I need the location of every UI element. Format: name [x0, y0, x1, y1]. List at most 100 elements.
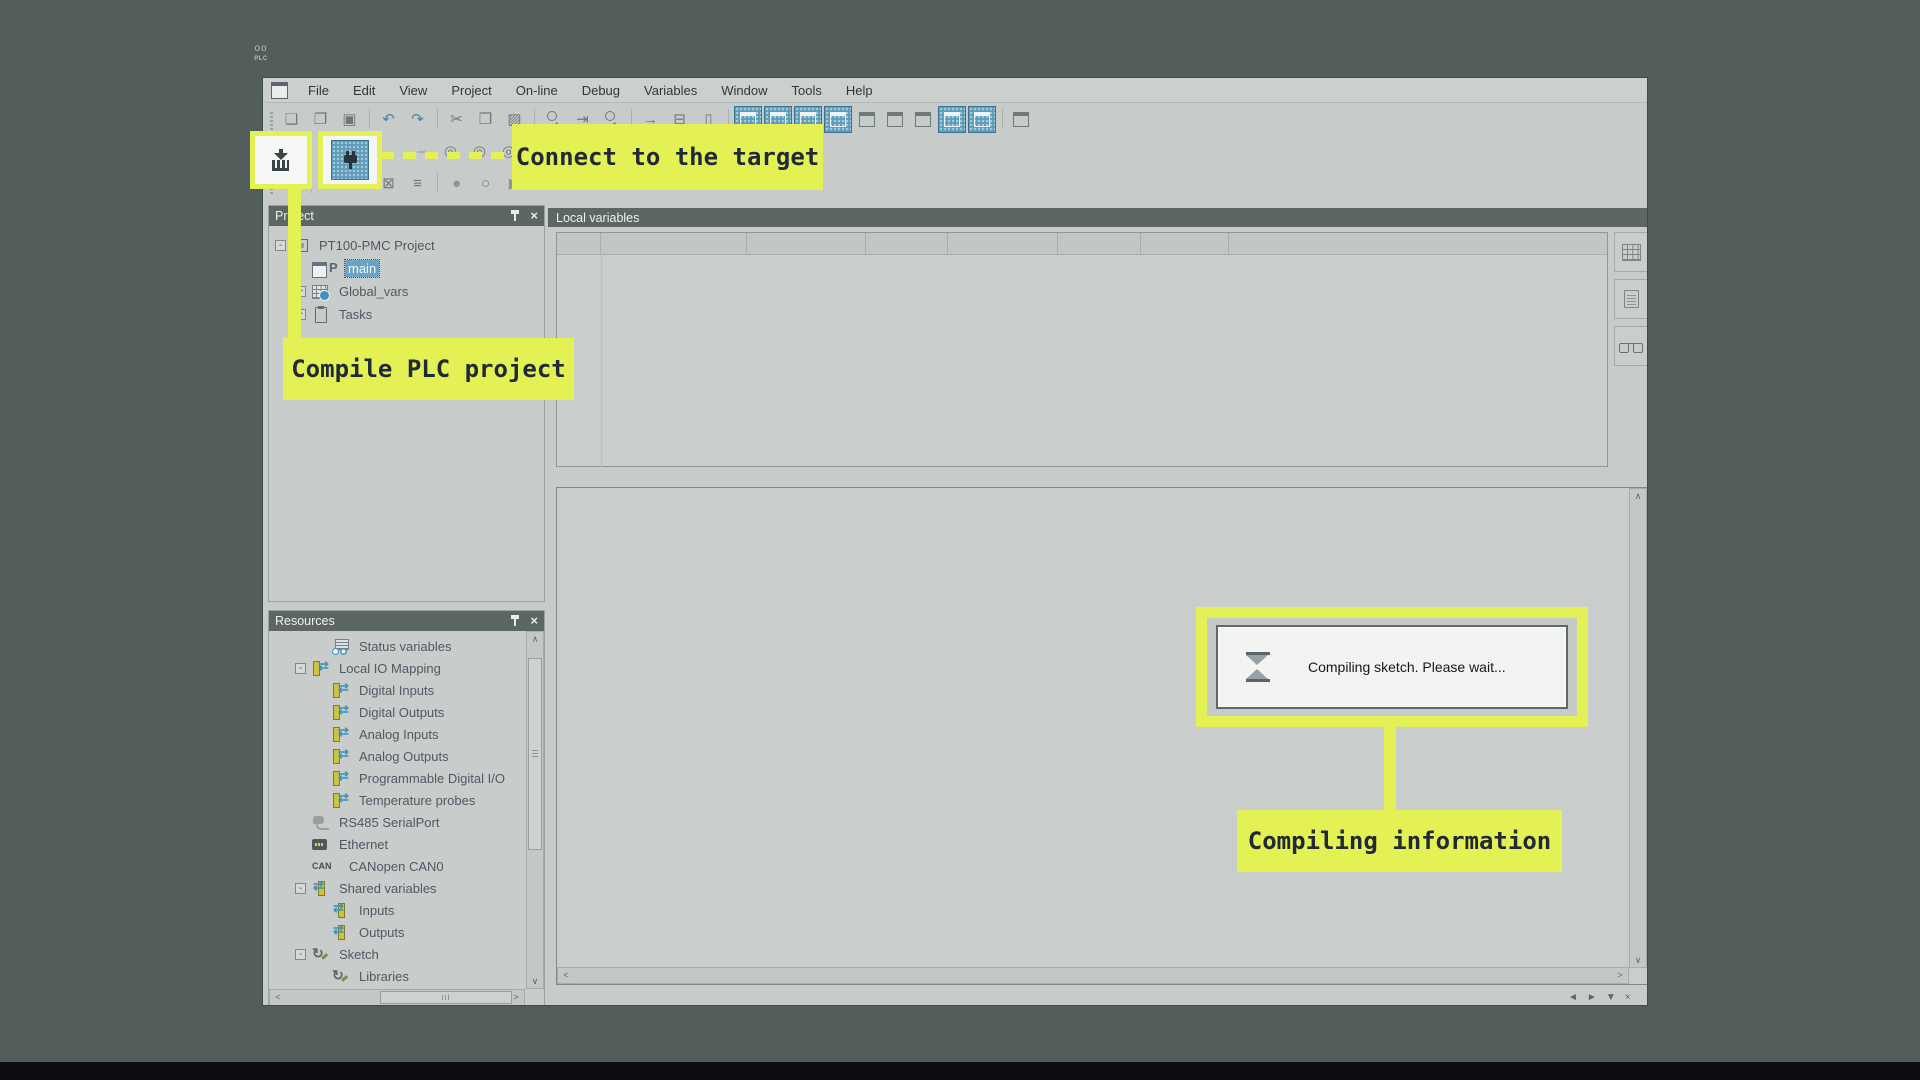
toolbar-button[interactable]: ❒ — [472, 107, 499, 132]
column-header[interactable] — [1058, 233, 1141, 254]
menu-item[interactable]: Variables — [632, 80, 709, 101]
scroll-up-icon[interactable]: ∧ — [527, 632, 543, 646]
view-button[interactable] — [1614, 326, 1647, 366]
tree-item[interactable]: - Sketch — [269, 943, 524, 965]
tab-next-icon[interactable]: ► — [1587, 992, 1597, 1003]
menu-item[interactable]: Project — [439, 80, 503, 101]
toolbar-button[interactable]: ▣ — [336, 107, 363, 132]
editor-horizontal-scrollbar[interactable]: < > — [557, 967, 1629, 984]
tree-item[interactable]: CANopen CAN0 — [269, 855, 524, 877]
toolbar-button[interactable] — [1008, 107, 1034, 132]
scrollbar-thumb[interactable] — [380, 991, 512, 1004]
toolbar-button[interactable] — [365, 107, 373, 132]
pin-icon[interactable] — [510, 210, 520, 222]
toolbar-button[interactable] — [433, 107, 441, 132]
toolbar-button[interactable] — [433, 171, 441, 196]
code-editor[interactable]: ∧ ∨ < > — [556, 487, 1647, 985]
grid-body[interactable] — [557, 255, 1607, 467]
column-header[interactable] — [557, 233, 601, 254]
tree-item[interactable]: Libraries — [269, 965, 524, 987]
menu-item[interactable]: Window — [709, 80, 779, 101]
tree-item[interactable]: - Local IO Mapping — [269, 657, 524, 679]
scroll-right-icon[interactable]: > — [508, 990, 524, 1004]
toolbar-button[interactable]: ◎ — [437, 139, 464, 164]
column-header[interactable] — [948, 233, 1058, 254]
editor-vertical-scrollbar[interactable]: ∧ ∨ — [1629, 488, 1647, 968]
tree-item[interactable]: - PT100-PMC Project — [269, 234, 544, 257]
toolbar-button[interactable]: ≡ — [404, 171, 431, 196]
resources-horizontal-scrollbar[interactable]: < > — [269, 989, 525, 1005]
tab-list-icon[interactable]: ▼ — [1606, 992, 1616, 1003]
tree-item[interactable]: Status variables — [269, 635, 524, 657]
tree-item[interactable]: Analog Outputs — [269, 745, 524, 767]
toolbar-button[interactable]: ◎ — [466, 139, 493, 164]
tree-item[interactable]: Programmable Digital I/O — [269, 767, 524, 789]
resources-vertical-scrollbar[interactable]: ∧ ∨ — [526, 631, 544, 989]
toolbar-button[interactable]: ● — [443, 171, 470, 196]
scroll-right-icon[interactable]: > — [1612, 968, 1628, 982]
menu-item[interactable]: View — [387, 80, 439, 101]
view-button[interactable] — [1614, 232, 1647, 272]
tree-item[interactable]: Digital Inputs — [269, 679, 524, 701]
close-icon[interactable]: × — [530, 615, 538, 627]
column-header[interactable] — [601, 233, 747, 254]
column-header[interactable] — [866, 233, 948, 254]
tree-item[interactable]: main — [269, 257, 544, 280]
toolbar-button[interactable]: ✂ — [443, 107, 470, 132]
menu-item[interactable]: Debug — [570, 80, 632, 101]
scroll-up-icon[interactable]: ∧ — [1630, 489, 1646, 503]
pin-icon[interactable] — [510, 615, 520, 627]
toolbar-button[interactable] — [998, 107, 1006, 132]
toolbar-button[interactable] — [910, 107, 936, 132]
menu-item[interactable]: Help — [834, 80, 885, 101]
tree-item[interactable]: RS485 SerialPort — [269, 811, 524, 833]
view-button[interactable] — [1614, 279, 1647, 319]
tree-item[interactable]: + Global_vars — [269, 280, 544, 303]
menu-item[interactable]: On-line — [504, 80, 570, 101]
tree-expander[interactable]: - — [295, 883, 306, 894]
tree-item[interactable]: Inputs — [269, 899, 524, 921]
toolbar-button[interactable]: ❏ — [278, 107, 305, 132]
connect-button[interactable] — [318, 131, 382, 189]
toolbar-button[interactable]: ↷ — [404, 107, 431, 132]
column-header[interactable] — [1141, 233, 1229, 254]
tree-label: Digital Inputs — [356, 682, 437, 699]
tree-item[interactable]: Analog Inputs — [269, 723, 524, 745]
scroll-down-icon[interactable]: ∨ — [1630, 953, 1646, 967]
tree-item[interactable]: + Tasks — [269, 303, 544, 326]
column-header[interactable] — [747, 233, 866, 254]
toolbar-button[interactable]: ○ — [472, 171, 499, 196]
toolbar-button[interactable]: ↶ — [375, 107, 402, 132]
toolbar-button[interactable] — [968, 106, 996, 133]
toolbar-button[interactable] — [267, 108, 276, 130]
tree-expander[interactable]: - — [275, 240, 286, 251]
menu-item[interactable]: File — [296, 80, 341, 101]
toolbar-button[interactable] — [854, 107, 880, 132]
close-icon[interactable]: × — [530, 210, 538, 222]
toolbar-row-2: –◎◎◎ — [263, 135, 1647, 167]
toolbar-button[interactable]: ❐ — [307, 107, 334, 132]
scroll-down-icon[interactable]: ∨ — [527, 974, 543, 988]
tree-item[interactable]: Outputs — [269, 921, 524, 943]
menu-item[interactable]: Edit — [341, 80, 387, 101]
tree-expander[interactable]: - — [295, 949, 306, 960]
column-header[interactable] — [1229, 233, 1607, 254]
tree-icon — [312, 661, 330, 676]
panel-title: Project — [275, 209, 510, 223]
tree-item[interactable]: - Shared variables — [269, 877, 524, 899]
tree-item[interactable]: Ethernet — [269, 833, 524, 855]
tab-prev-icon[interactable]: ◄ — [1568, 992, 1578, 1003]
tree-item[interactable]: Digital Outputs — [269, 701, 524, 723]
menu-item[interactable]: Tools — [780, 80, 834, 101]
toolbar-button[interactable] — [938, 106, 966, 133]
scroll-left-icon[interactable]: < — [270, 990, 286, 1004]
toolbar-button[interactable] — [882, 107, 908, 132]
tab-close-icon[interactable]: × — [1625, 992, 1631, 1003]
tree-item[interactable]: Temperature probes — [269, 789, 524, 811]
toolbar-button[interactable] — [824, 106, 852, 133]
toolbar-button[interactable]: – — [408, 139, 435, 164]
compile-button[interactable] — [250, 131, 312, 189]
scrollbar-thumb[interactable] — [528, 658, 542, 850]
scroll-left-icon[interactable]: < — [558, 968, 574, 982]
tree-expander[interactable]: - — [295, 663, 306, 674]
